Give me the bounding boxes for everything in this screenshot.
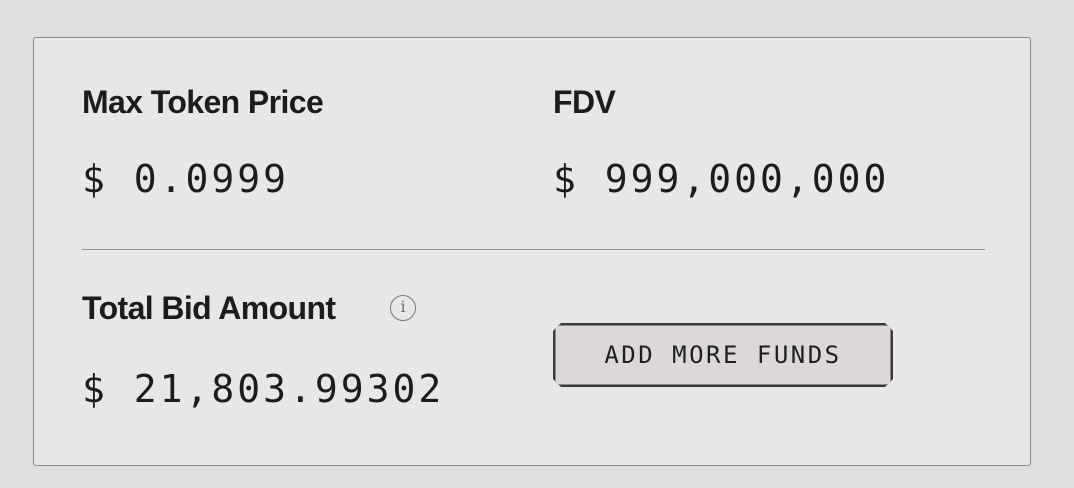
max-token-price-value: $ 0.0999 [82, 157, 290, 201]
info-icon[interactable]: i [390, 295, 416, 321]
add-more-funds-button[interactable]: ADD MORE FUNDS [553, 323, 893, 387]
total-bid-amount-value: $ 21,803.99302 [82, 367, 445, 411]
section-divider [82, 249, 985, 250]
fdv-value: $ 999,000,000 [553, 157, 890, 201]
fdv-label: FDV [553, 84, 616, 120]
bid-summary-card: Max Token Price $ 0.0999 FDV $ 999,000,0… [33, 37, 1031, 466]
total-bid-amount-label: Total Bid Amount [82, 290, 336, 326]
max-token-price-label: Max Token Price [82, 84, 324, 120]
